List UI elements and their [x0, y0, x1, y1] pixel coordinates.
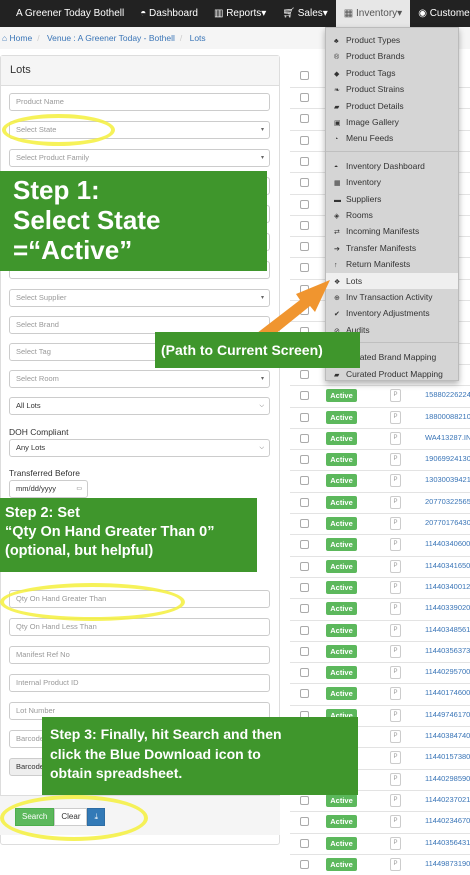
row-checkbox[interactable]: [300, 859, 309, 869]
step1-line: =“Active”: [13, 234, 133, 265]
step2-line: Step 2: Set: [5, 505, 80, 521]
step2-note: Step 2: Set “Qty On Hand Greater Than 0” (…: [0, 498, 257, 572]
highlight-qty: [0, 583, 185, 621]
path-note: (Path to Current Screen): [155, 332, 360, 368]
step1-line: Step 1:: [13, 175, 100, 205]
highlight-buttons: [0, 795, 148, 841]
image-icon[interactable]: P: [390, 857, 401, 871]
step3-line: click the Blue Download icon to: [50, 745, 261, 762]
step3-note: Step 3: Finally, hit Search and then clic…: [42, 717, 358, 795]
status-badge: Active: [326, 857, 357, 871]
step2-line: “Qty On Hand Greater Than 0”: [5, 523, 215, 540]
step3-line: Step 3: Finally, hit Search and then: [50, 726, 282, 742]
step1-note: Step 1: Select State =“Active”: [0, 171, 267, 271]
step3-line: obtain spreadsheet.: [50, 765, 183, 782]
step1-line: Select State: [13, 204, 161, 235]
step2-line: (optional, but helpful): [5, 542, 154, 559]
table-row: Active P 11449873190: [290, 853, 470, 875]
highlight-state: [2, 114, 115, 146]
lot-number-link[interactable]: 11449873190: [425, 859, 470, 868]
